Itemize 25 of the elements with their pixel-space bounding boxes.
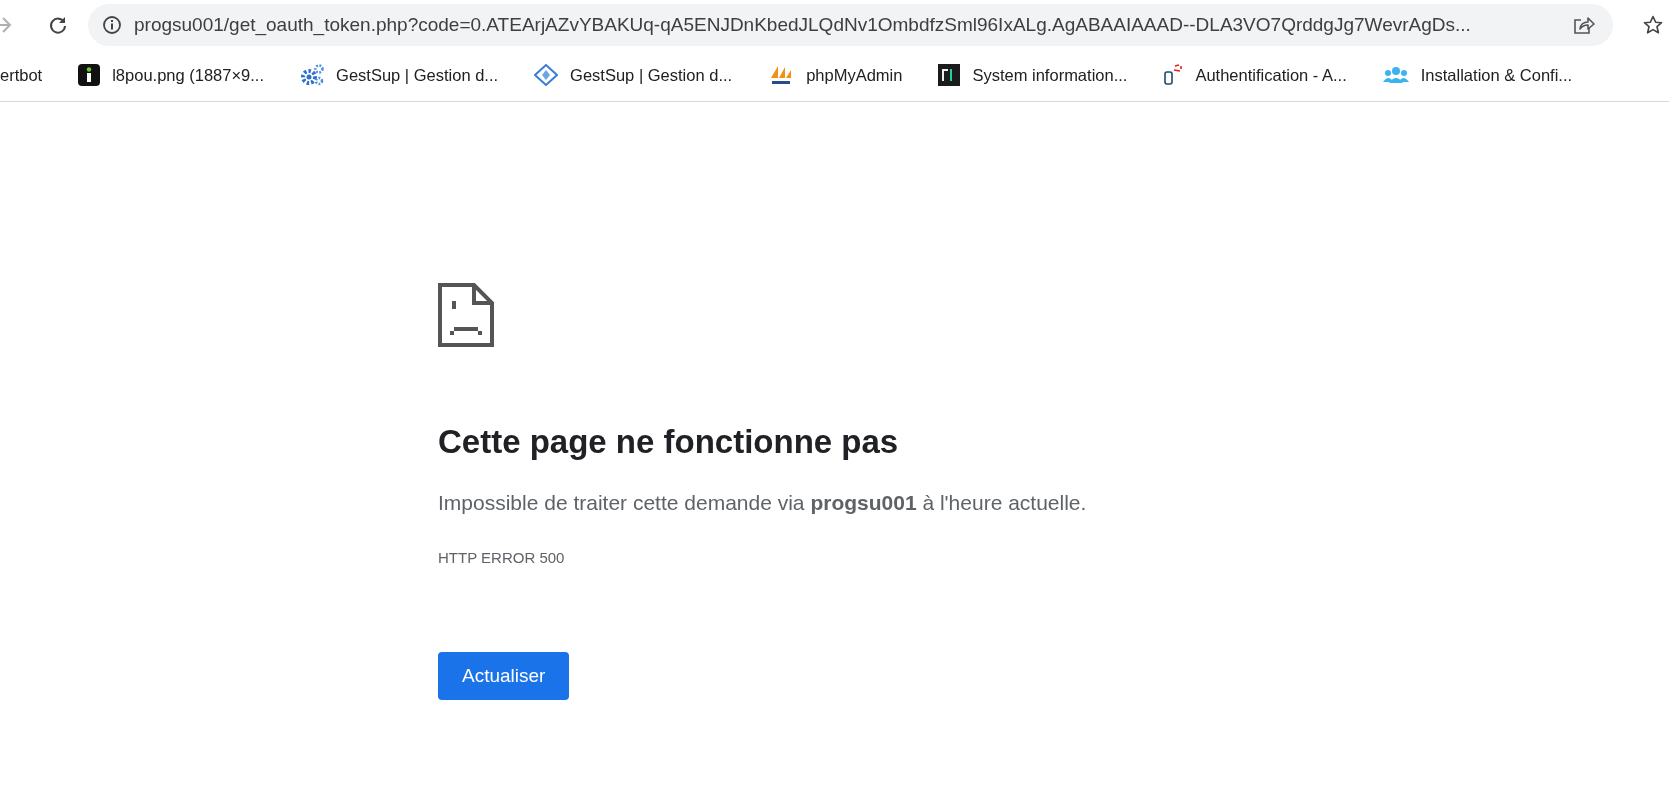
terminal-icon	[938, 64, 961, 86]
error-code: HTTP ERROR 500	[438, 549, 566, 566]
address-bar[interactable]: progsu001/get_oauth_token.php?code=0.ATEArjAZvYBAKUq-qA5ENJDnKbedJLQdNv1OmbdfzSml96IxALg.AgABAAIAAAD--DLA3VO7QrddgJg7WevrAgDs...	[88, 4, 1613, 46]
error-title: Cette page ne fonctionne pas	[438, 423, 900, 461]
bookmark-item[interactable]: System information...	[938, 64, 1128, 86]
bookmark-item[interactable]: l8pou.png (1887×9...	[78, 64, 265, 86]
gears-icon	[300, 64, 325, 86]
bookmark-item[interactable]: ertbot	[0, 65, 43, 85]
info-icon[interactable]	[102, 15, 122, 35]
diamond-icon	[534, 64, 559, 86]
url-text: progsu001/get_oauth_token.php?code=0.ATEArjAZvYBAKUq-qA5ENJDnKbedJLQdNv1OmbdfzSml96IxALg.AgABAAIAAAD--DLA3VO7QrddgJg7WevrAgDs...	[134, 14, 1472, 36]
bookmark-item[interactable]: GestSup | Gestion d...	[300, 64, 499, 86]
sad-page-icon	[438, 283, 494, 347]
share-icon[interactable]	[1573, 15, 1595, 35]
bookmark-item[interactable]: phpMyAdmin	[768, 64, 903, 86]
error-message: Impossible de traiter cette demande via progsu001 à l'heure actuelle.	[438, 491, 1088, 515]
reload-button[interactable]: Actualiser	[438, 652, 570, 700]
bookmark-item[interactable]: GestSup | Gestion d...	[534, 64, 733, 86]
bookmark-item[interactable]: Installation & Confi...	[1382, 65, 1573, 85]
database-icon	[1163, 64, 1184, 86]
star-icon[interactable]	[1643, 15, 1663, 35]
bookmark-item[interactable]: Authentification - A...	[1163, 64, 1347, 86]
app-icon	[78, 64, 101, 86]
reload-icon[interactable]	[48, 15, 68, 35]
people-icon	[1382, 65, 1409, 85]
